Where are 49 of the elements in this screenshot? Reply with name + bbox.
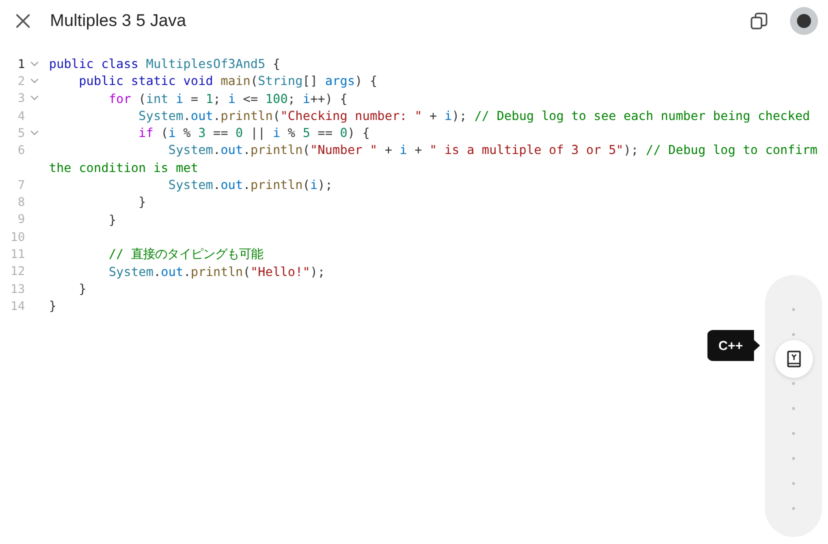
line-number: 9 xyxy=(16,212,25,226)
book-icon xyxy=(786,350,802,368)
code-line: public class MultiplesOf3And5 { xyxy=(49,55,280,72)
dot-icon xyxy=(792,333,795,336)
copy-icon xyxy=(749,11,769,31)
code-line: } xyxy=(108,210,116,228)
line-number: 5 xyxy=(16,126,25,140)
line-number: 7 xyxy=(16,178,25,192)
dot-icon xyxy=(792,382,795,385)
record-button[interactable] xyxy=(790,7,818,35)
line-number: 12 xyxy=(10,264,25,278)
line-number: 8 xyxy=(16,195,25,210)
code-line: } xyxy=(138,193,146,211)
language-button[interactable] xyxy=(774,340,812,378)
chevron-icon[interactable] xyxy=(30,95,39,102)
dot-icon xyxy=(792,482,795,485)
code-line: System.out.println(i); xyxy=(167,176,333,194)
code-line: public static void main(String[] args) { xyxy=(78,72,378,90)
line-number: 10 xyxy=(10,230,25,244)
code-line: } xyxy=(78,280,86,298)
dot-icon xyxy=(792,507,795,510)
line-number: 4 xyxy=(16,108,25,123)
code-line: // 直接のタイピングも可能 xyxy=(108,245,264,263)
close-button[interactable] xyxy=(14,12,32,30)
tooltip: C++ xyxy=(707,330,760,361)
code-line: if (i % 3 == 0 || i % 5 == 0) { xyxy=(138,124,370,142)
code-line: System.out.println("Number " + i + " is a multiple of 3 or 5"); // Debug log to confirm the condition is met xyxy=(49,141,818,176)
record-icon xyxy=(796,13,812,29)
close-icon xyxy=(15,13,31,29)
dot-icon xyxy=(792,457,795,460)
document-title: Multiples 3 5 Java xyxy=(50,11,186,31)
dot-icon xyxy=(792,308,795,311)
line-number: 14 xyxy=(10,298,25,313)
code-line: System.out.println("Hello!"); xyxy=(108,262,326,280)
chevron-icon[interactable] xyxy=(30,78,39,84)
dot-icon xyxy=(792,407,795,410)
line-number: 3 xyxy=(16,91,25,106)
line-number: 13 xyxy=(10,282,25,296)
code-line: System.out.println("Checking number: " + i); // Debug log to see each number being checked xyxy=(138,106,810,124)
chevron-icon[interactable] xyxy=(30,130,39,136)
line-number: 1 xyxy=(16,56,25,71)
copy-button[interactable] xyxy=(748,10,770,32)
line-number: 11 xyxy=(10,246,25,261)
dot-icon xyxy=(792,432,795,435)
chevron-icon[interactable] xyxy=(30,60,39,67)
line-number: 6 xyxy=(16,143,25,158)
line-number: 2 xyxy=(16,74,25,88)
code-line: } xyxy=(49,297,56,314)
code-line: for (int i = 1; i <= 100; i++) { xyxy=(108,90,348,107)
